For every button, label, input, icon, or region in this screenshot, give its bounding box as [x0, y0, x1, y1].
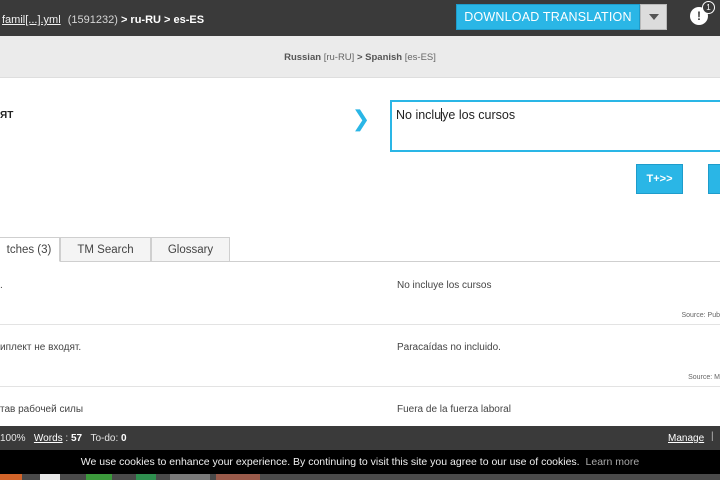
target-language-code: [es-ES]	[404, 52, 436, 63]
table-row[interactable]: тав рабочей силы Fuera de la fuerza labo…	[0, 387, 720, 427]
taskbar-app-icon[interactable]	[170, 474, 210, 480]
t-plus-button[interactable]: T+>>	[636, 164, 683, 194]
taskbar-app-icon[interactable]	[136, 474, 156, 480]
file-id: (1591232)	[67, 14, 118, 26]
match-target: Paracaídas no incluido.	[397, 342, 501, 353]
taskbar-app-icon[interactable]	[86, 474, 112, 480]
match-source-note: Source: M	[688, 374, 720, 381]
source-segment: ЯТ	[0, 110, 14, 121]
manage-link[interactable]: Manage	[668, 433, 704, 444]
words-count: 57	[70, 433, 83, 444]
os-taskbar	[0, 474, 720, 480]
notification-badge: 1	[702, 1, 715, 14]
language-path: > ru-RU > es-ES	[120, 14, 205, 26]
progress-percent: 100%	[0, 433, 26, 444]
source-language-code: [ru-RU]	[323, 52, 355, 63]
match-target: No incluye los cursos	[397, 280, 492, 291]
file-link[interactable]: famil[...].yml	[2, 14, 61, 26]
todo-label: To-do:	[90, 433, 119, 444]
taskbar-app-icon[interactable]	[0, 474, 22, 480]
todo-count: 0	[121, 433, 127, 444]
cookie-message: We use cookies to enhance your experienc…	[80, 456, 580, 468]
download-translation-button[interactable]: DOWNLOAD TRANSLATION	[456, 4, 640, 30]
language-pair: Russian [ru-RU] > Spanish [es-ES]	[0, 52, 720, 63]
words-link[interactable]: Words	[34, 433, 63, 444]
status-separator: |	[711, 431, 714, 442]
target-text-before-cursor: No inclu	[396, 108, 442, 122]
match-target: Fuera de la fuerza laboral	[397, 404, 511, 415]
tab-glossary[interactable]: Glossary	[151, 237, 230, 262]
cookie-banner: We use cookies to enhance your experienc…	[0, 450, 720, 474]
download-options-button[interactable]	[640, 4, 667, 30]
status-bar: 100% Words : 57 To-do: 0 Manage |	[0, 426, 720, 450]
top-bar: famil[...].yml (1591232) > ru-RU > es-ES…	[0, 0, 720, 36]
progress-summary: 100% Words : 57 To-do: 0	[0, 433, 127, 444]
match-source: иплект не входят.	[0, 342, 82, 353]
words-separator: :	[62, 433, 71, 444]
source-language-name: Russian	[284, 52, 322, 63]
table-row[interactable]: . No incluye los cursos Source: Pub	[0, 263, 720, 325]
tab-tm-search[interactable]: TM Search	[60, 237, 151, 262]
target-segment-input[interactable]: No incluye los cursos	[390, 100, 720, 152]
target-language-name: Spanish	[365, 52, 403, 63]
language-bar: Russian [ru-RU] > Spanish [es-ES]	[0, 36, 720, 78]
target-text-after-cursor: ye los cursos	[442, 108, 516, 122]
save-segment-button[interactable]	[708, 164, 720, 194]
breadcrumb: famil[...].yml (1591232) > ru-RU > es-ES	[2, 14, 204, 26]
match-source-note: Source: Pub	[681, 312, 720, 319]
taskbar-app-icon[interactable]	[40, 474, 60, 480]
chevron-down-icon	[648, 14, 659, 20]
cookie-learn-more-link[interactable]: Learn more	[586, 456, 640, 468]
language-arrow: >	[356, 52, 363, 63]
tab-matches[interactable]: tches (3)	[0, 237, 60, 262]
taskbar-app-icon[interactable]	[216, 474, 260, 480]
match-source: .	[0, 280, 3, 291]
match-source: тав рабочей силы	[0, 404, 84, 415]
matches-tabs: tches (3) TM Search Glossary	[0, 237, 720, 262]
copy-source-arrow-icon[interactable]: ❯	[352, 104, 370, 134]
table-row[interactable]: иплект не входят. Paracaídas no incluido…	[0, 325, 720, 387]
